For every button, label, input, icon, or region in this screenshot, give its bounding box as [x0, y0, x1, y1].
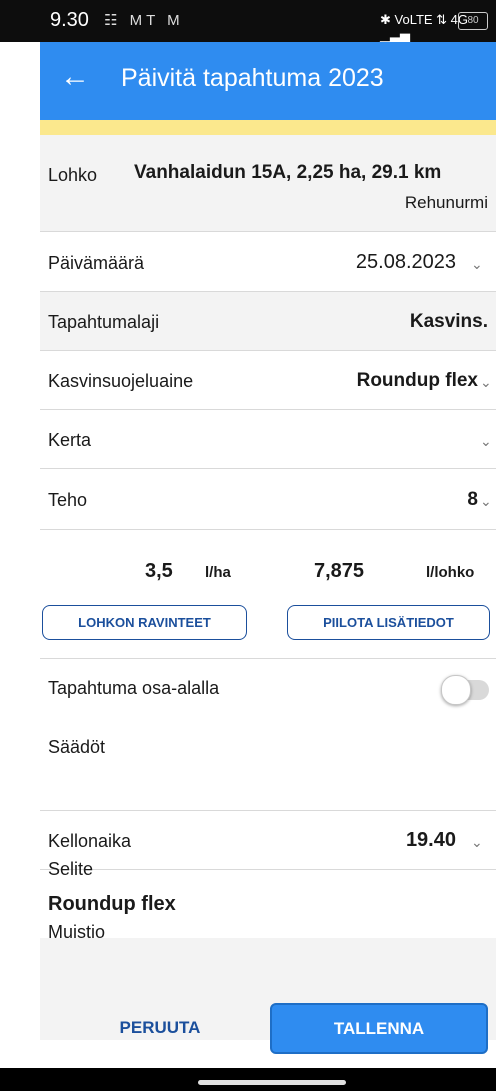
chevron-down-icon[interactable]: ⌄ [471, 834, 483, 851]
toggle-knob[interactable] [441, 675, 471, 705]
chevron-down-icon[interactable]: ⌄ [480, 433, 492, 450]
battery-icon: 80 [458, 12, 488, 30]
event-type-value: Kasvins. [409, 311, 488, 332]
info-banner [40, 120, 496, 135]
lohko-nutrients-button[interactable]: LOHKON RAVINTEET [42, 605, 247, 640]
lohko-value: Vanhalaidun 15A, 2,25 ha, 29.1 km [134, 162, 442, 183]
hide-details-button[interactable]: PIILOTA LISÄTIEDOT [287, 605, 490, 640]
notification-icons: ☷ MT M [104, 12, 184, 29]
partial-area-label: Tapahtuma osa-alalla [48, 678, 220, 698]
kerta-row[interactable] [40, 410, 496, 469]
lohko-label: Lohko [48, 165, 98, 185]
settings-label: Säädöt [48, 737, 106, 757]
home-indicator[interactable] [198, 1080, 346, 1085]
page-title: Päivitä tapahtuma 2023 [121, 64, 384, 92]
back-arrow-icon[interactable]: ← [60, 62, 90, 92]
time-label: Kellonaika [48, 831, 132, 851]
teho-value[interactable]: 8 [380, 489, 478, 511]
chevron-down-icon[interactable]: ⌄ [471, 256, 483, 273]
dose-per-ha-unit: l/ha [205, 564, 231, 581]
cancel-button[interactable]: PERUUTA [100, 1018, 220, 1038]
date-label: Päivämäärä [48, 253, 145, 273]
teho-label: Teho [48, 490, 88, 510]
chevron-down-icon[interactable]: ⌄ [480, 374, 492, 391]
kerta-label: Kerta [48, 430, 92, 450]
date-value[interactable]: 25.08.2023 [250, 251, 456, 274]
save-button[interactable]: TALLENNA [270, 1003, 488, 1054]
lohko-subvalue: Rehunurmi [404, 193, 488, 212]
description-label: Selite [48, 859, 94, 879]
pesticide-value[interactable]: Roundup flex [270, 370, 478, 392]
chevron-down-icon[interactable]: ⌄ [480, 493, 492, 510]
event-type-label: Tapahtumalaji [48, 312, 160, 332]
dose-per-lohko-value: 7,875 [314, 560, 365, 582]
description-value[interactable]: Roundup flex [48, 893, 176, 916]
time-value[interactable]: 19.40 [360, 829, 456, 852]
dose-per-ha-value: 3,5 [145, 560, 173, 582]
pesticide-label: Kasvinsuojeluaine [48, 371, 194, 391]
dose-per-lohko-unit: l/lohko [426, 564, 475, 581]
status-time: 9.30 [50, 9, 89, 31]
